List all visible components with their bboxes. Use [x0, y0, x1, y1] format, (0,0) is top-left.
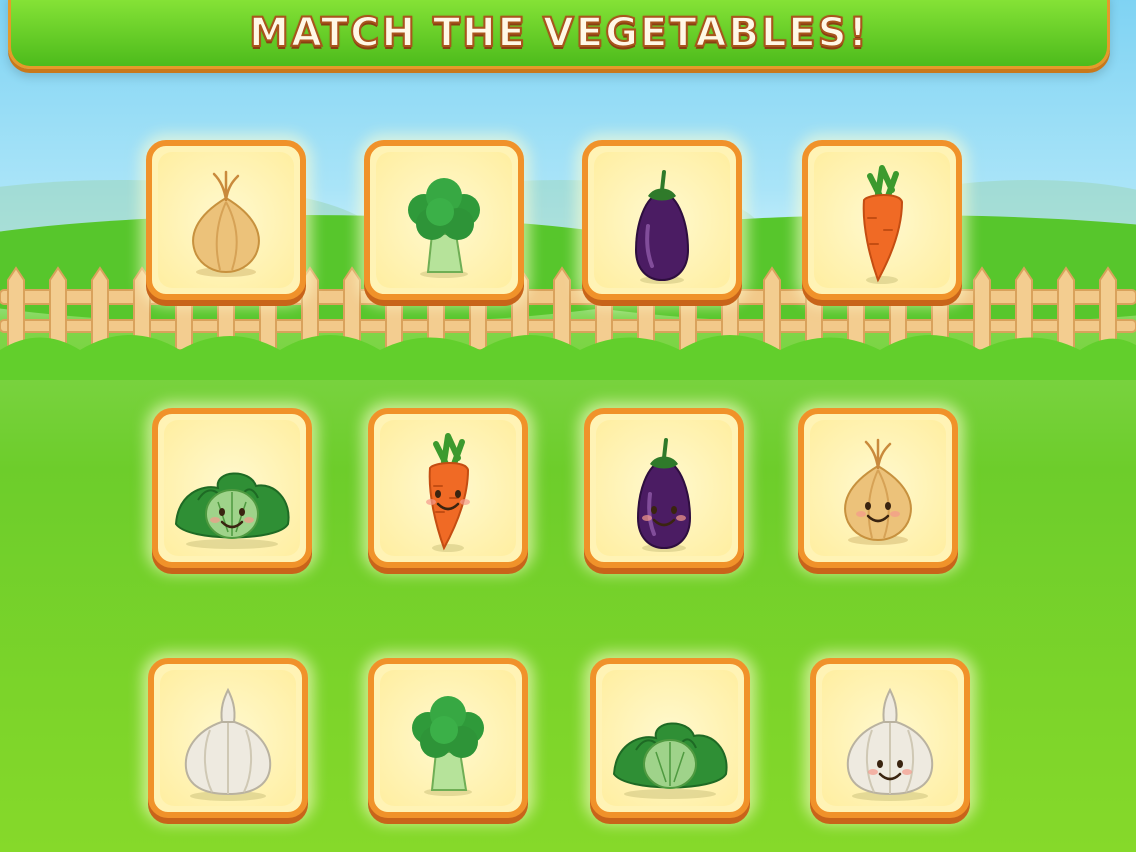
card-cabbage[interactable]	[590, 658, 750, 818]
card-onion[interactable]	[798, 408, 958, 568]
card-garlic[interactable]	[148, 658, 308, 818]
card-eggplant[interactable]	[582, 140, 742, 300]
card-carrot[interactable]	[802, 140, 962, 300]
card-onion[interactable]	[146, 140, 306, 300]
title-banner: MATCH THE VEGETABLES!	[8, 0, 1110, 69]
game-title: MATCH THE VEGETABLES!	[248, 9, 869, 57]
card-cabbage[interactable]	[152, 408, 312, 568]
card-broccoli[interactable]	[364, 140, 524, 300]
card-eggplant[interactable]	[584, 408, 744, 568]
card-carrot[interactable]	[368, 408, 528, 568]
card-garlic[interactable]	[810, 658, 970, 818]
card-broccoli[interactable]	[368, 658, 528, 818]
